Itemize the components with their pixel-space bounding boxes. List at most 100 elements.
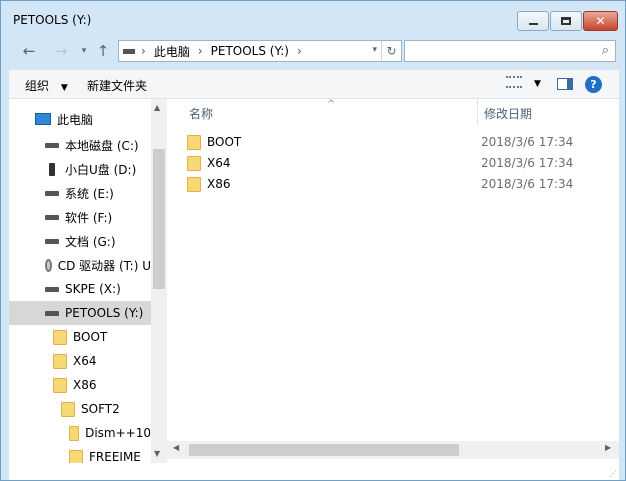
address-dropdown-button[interactable]: ▾ <box>372 45 377 55</box>
scroll-down-arrow-icon[interactable]: ▼ <box>154 449 160 458</box>
nav-item-drive-g[interactable]: 文档 (G:) <box>9 229 151 253</box>
file-name: X64 <box>207 156 231 170</box>
horizontal-scrollbar[interactable]: ◀ ▶ <box>167 441 619 459</box>
nav-item-label: CD 驱动器 (T:) U <box>57 258 151 273</box>
forward-arrow-icon: → <box>54 42 68 60</box>
column-divider[interactable] <box>477 99 478 125</box>
refresh-button[interactable]: ↻ <box>381 41 401 61</box>
nav-item-label: 系统 (E:) <box>65 186 114 201</box>
breadcrumb-this-pc[interactable]: 此电脑 <box>154 43 190 60</box>
folder-icon <box>187 134 201 150</box>
nav-item-label: Dism++10 <box>85 426 151 440</box>
change-view-button[interactable] <box>506 76 522 91</box>
nav-item-label: 软件 (F:) <box>65 210 113 225</box>
nav-item-label: SOFT2 <box>81 402 120 416</box>
minimize-icon <box>528 23 538 25</box>
explorer-window: PETOOLS (Y:) ✕ ← → ▾ ↑ › 此电脑 › PETOOLS (… <box>0 0 626 481</box>
computer-icon <box>35 113 51 125</box>
status-bar: ⋰ <box>9 463 619 480</box>
cd-drive-icon <box>45 258 52 272</box>
column-header-modified[interactable]: 修改日期 <box>484 105 532 122</box>
up-button[interactable]: ↑ <box>93 41 113 61</box>
close-button[interactable]: ✕ <box>583 11 618 31</box>
preview-pane-button[interactable] <box>557 78 573 93</box>
chevron-down-icon: ▾ <box>81 46 87 56</box>
breadcrumb-separator: › <box>197 44 203 58</box>
file-row-boot[interactable]: BOOT 2018/3/6 17:34 <box>187 132 607 152</box>
file-name: X86 <box>207 177 231 191</box>
nav-item-folder-x64[interactable]: X64 <box>9 349 151 373</box>
breadcrumb-petools[interactable]: PETOOLS (Y:) <box>211 44 289 58</box>
folder-icon <box>53 377 67 393</box>
help-button[interactable]: ? <box>585 76 602 93</box>
recent-locations-button[interactable]: ▾ <box>74 41 94 61</box>
navigation-pane: 此电脑 本地磁盘 (C:) 小白U盘 (D:) 系统 (E:) 软件 (F:) … <box>9 99 167 463</box>
nav-item-label: PETOOLS (Y:) <box>65 306 144 320</box>
nav-item-label: FREEIME <box>89 450 141 463</box>
file-row-x86[interactable]: X86 2018/3/6 17:34 <box>187 174 607 194</box>
chevron-down-icon: ▼ <box>534 79 541 89</box>
drive-icon <box>45 214 59 220</box>
nav-item-folder-dism[interactable]: Dism++10 <box>9 421 151 445</box>
nav-item-drive-d[interactable]: 小白U盘 (D:) <box>9 157 151 181</box>
maximize-button[interactable] <box>550 11 582 31</box>
nav-item-drive-y[interactable]: PETOOLS (Y:) <box>9 301 151 325</box>
breadcrumb-separator: › <box>141 44 146 58</box>
nav-item-folder-soft2[interactable]: SOFT2 <box>9 397 151 421</box>
organize-button[interactable]: 组织 ▼ <box>25 77 68 94</box>
window-title: PETOOLS (Y:) <box>13 13 92 27</box>
resize-grip-icon[interactable]: ⋰ <box>609 469 617 478</box>
folder-icon <box>53 353 67 369</box>
scroll-right-arrow-icon[interactable]: ▶ <box>605 443 611 452</box>
nav-item-folder-x86[interactable]: X86 <box>9 373 151 397</box>
refresh-icon: ↻ <box>386 44 397 58</box>
folder-icon <box>187 155 201 171</box>
chevron-down-icon: ▼ <box>60 83 68 93</box>
file-row-x64[interactable]: X64 2018/3/6 17:34 <box>187 153 607 173</box>
nav-item-folder-freeime[interactable]: FREEIME <box>9 445 151 463</box>
nav-item-label: 本地磁盘 (C:) <box>65 138 139 153</box>
nav-vertical-scrollbar[interactable]: ▲ ▼ <box>151 99 167 463</box>
nav-item-label: SKPE (X:) <box>65 282 121 296</box>
help-icon: ? <box>585 76 602 93</box>
scroll-up-arrow-icon[interactable]: ▲ <box>154 103 160 112</box>
back-arrow-icon: ← <box>22 42 36 60</box>
content-area: 此电脑 本地磁盘 (C:) 小白U盘 (D:) 系统 (E:) 软件 (F:) … <box>9 99 619 463</box>
nav-item-drive-x[interactable]: SKPE (X:) <box>9 277 151 301</box>
nav-item-drive-t[interactable]: CD 驱动器 (T:) U <box>9 253 151 277</box>
folder-icon <box>53 329 67 345</box>
title-bar[interactable]: PETOOLS (Y:) ✕ <box>1 1 625 37</box>
scrollbar-thumb[interactable] <box>153 149 165 289</box>
preview-pane-icon <box>557 78 573 90</box>
scroll-left-arrow-icon[interactable]: ◀ <box>173 443 179 452</box>
sort-ascending-icon: ^ <box>327 99 336 110</box>
view-options-button[interactable]: ▼ <box>534 79 541 89</box>
new-folder-button[interactable]: 新建文件夹 <box>87 77 147 94</box>
search-icon: ⌕ <box>601 43 609 58</box>
file-modified-date: 2018/3/6 17:34 <box>481 135 574 149</box>
file-modified-date: 2018/3/6 17:34 <box>481 156 574 170</box>
column-header-name[interactable]: 名称 <box>189 105 213 122</box>
folder-icon <box>69 425 80 441</box>
drive-icon <box>123 48 135 54</box>
organize-label: 组织 <box>25 79 50 93</box>
back-button[interactable]: ← <box>19 41 39 61</box>
nav-item-label: 文档 (G:) <box>65 234 116 249</box>
nav-item-this-pc[interactable]: 此电脑 <box>9 107 151 131</box>
forward-button[interactable]: → <box>51 41 71 61</box>
nav-item-drive-e[interactable]: 系统 (E:) <box>9 181 151 205</box>
breadcrumb-separator: › <box>296 44 302 58</box>
drive-icon <box>45 190 59 196</box>
address-bar[interactable]: › 此电脑 › PETOOLS (Y:) › ▾ ↻ <box>118 40 402 62</box>
file-modified-date: 2018/3/6 17:34 <box>481 177 574 191</box>
scrollbar-thumb[interactable] <box>189 444 459 456</box>
minimize-button[interactable] <box>517 11 549 31</box>
search-input[interactable]: ⌕ <box>404 40 616 62</box>
nav-item-drive-c[interactable]: 本地磁盘 (C:) <box>9 133 151 157</box>
nav-item-drive-f[interactable]: 软件 (F:) <box>9 205 151 229</box>
close-icon: ✕ <box>595 14 606 28</box>
drive-icon <box>45 142 59 148</box>
nav-item-folder-boot[interactable]: BOOT <box>9 325 151 349</box>
drive-icon <box>45 286 59 292</box>
details-view-icon <box>506 76 522 88</box>
